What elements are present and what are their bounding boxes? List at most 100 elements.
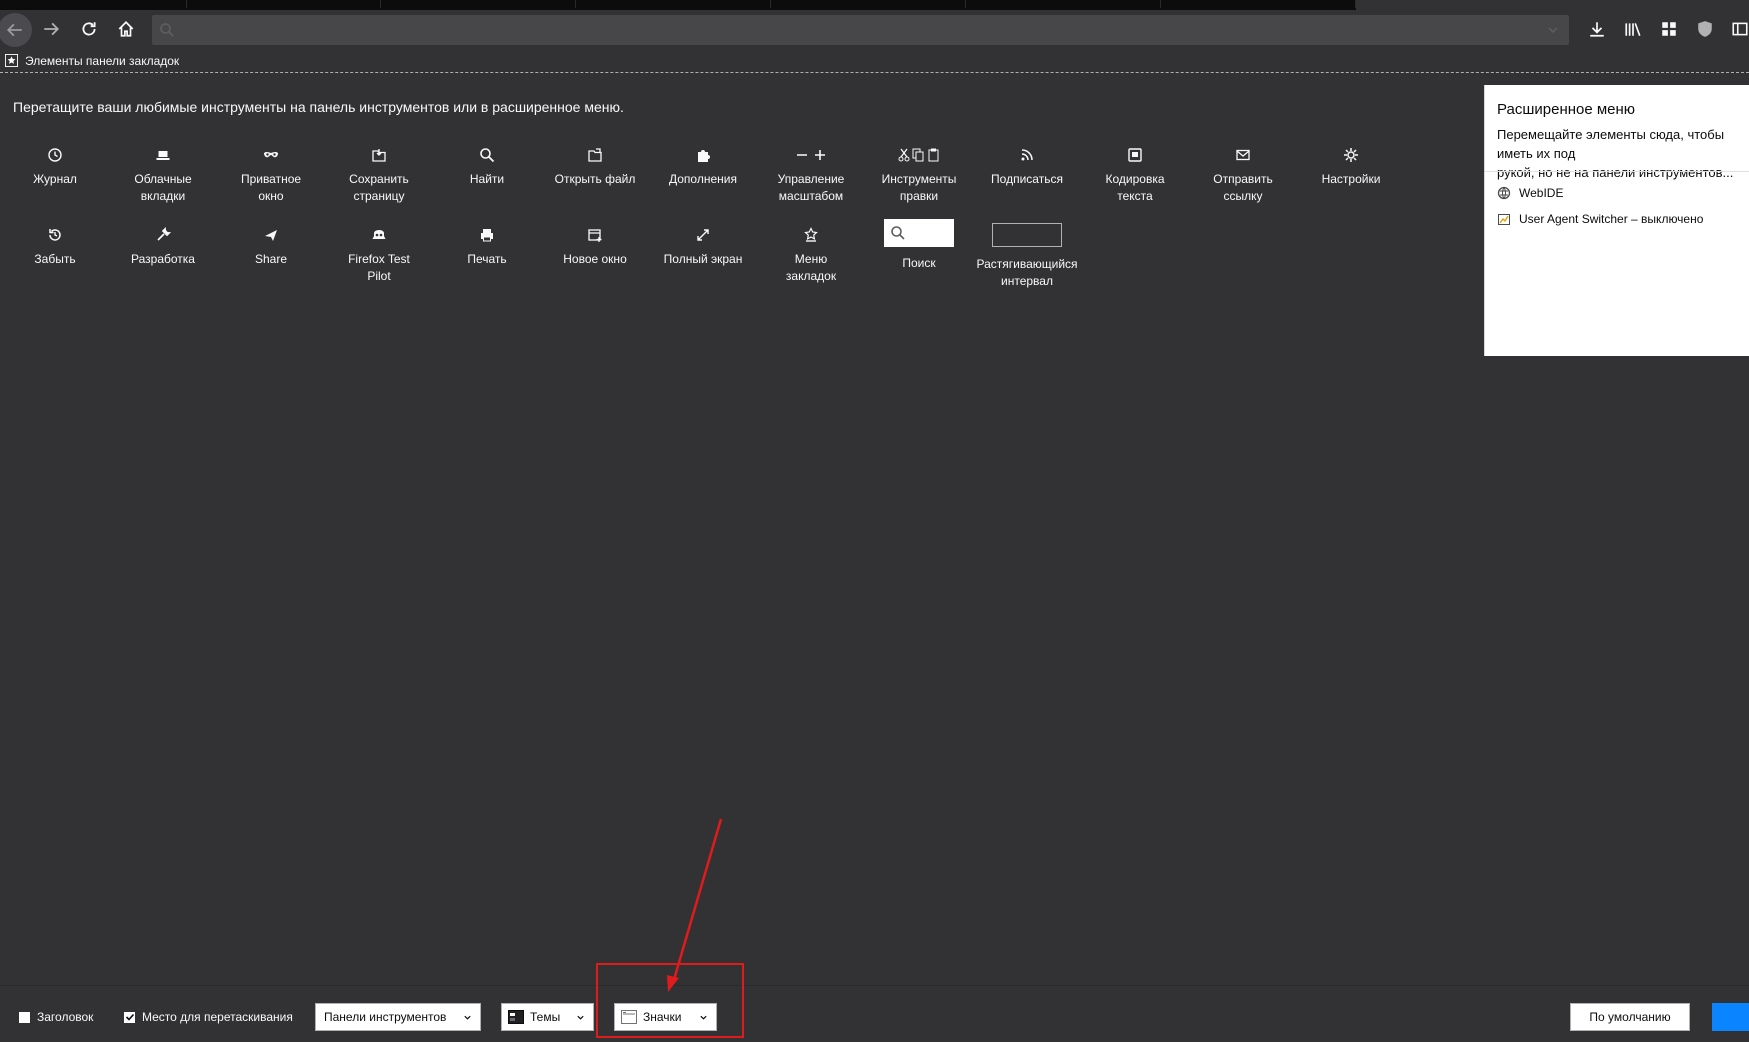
tab-active[interactable] — [1356, 0, 1749, 10]
palette-item-feed[interactable]: Подписаться — [975, 145, 1079, 188]
palette-item-history[interactable]: Журнал — [3, 145, 107, 188]
palette-item-synced-tabs[interactable]: Облачные вкладки — [111, 145, 215, 205]
overflow-item-label: WebIDE — [1519, 186, 1564, 200]
shield-icon — [1698, 21, 1712, 37]
palette-item-private-window[interactable]: Приватное окно — [219, 145, 323, 205]
forward-button[interactable] — [36, 14, 66, 44]
palette-item-label: Управление масштабом — [777, 172, 845, 203]
palette-item-label: Печать — [467, 252, 507, 266]
palette-item-label: Подписаться — [991, 172, 1063, 186]
tab[interactable] — [771, 0, 966, 8]
history-icon — [48, 148, 62, 162]
palette-item-developer[interactable]: Разработка — [111, 225, 215, 268]
find-icon — [480, 148, 495, 163]
palette-item-label: Кодировка текста — [1105, 172, 1165, 203]
tab[interactable] — [187, 0, 381, 8]
palette-item-label: Инструменты правки — [881, 172, 957, 203]
tab[interactable] — [1161, 0, 1356, 8]
test-pilot-icon — [372, 230, 386, 239]
checkbox-box[interactable] — [19, 1011, 30, 1023]
back-arrow-icon — [6, 23, 22, 37]
palette-item-new-window[interactable]: Новое окно — [543, 225, 647, 268]
palette-item-forget[interactable]: Забыть — [3, 225, 107, 268]
nav-bar — [0, 10, 1749, 48]
tab[interactable] — [576, 0, 771, 8]
palette-item-test-pilot[interactable]: Firefox Test Pilot — [327, 225, 431, 285]
theme-icon — [508, 1010, 524, 1024]
overflow-item-user-agent-switcher[interactable]: User Agent Switcher – выключено — [1497, 212, 1703, 226]
library-button[interactable] — [1618, 14, 1648, 44]
addons-toolbar-button[interactable] — [1654, 14, 1684, 44]
tab[interactable] — [966, 0, 1161, 8]
palette-item-save-page[interactable]: Сохранить страницу — [327, 145, 431, 205]
back-button[interactable] — [0, 13, 32, 47]
done-button[interactable] — [1712, 1003, 1749, 1031]
save-page-icon — [372, 149, 386, 162]
private-window-icon — [264, 152, 278, 158]
grid-icon — [1662, 22, 1676, 36]
themes-dropdown[interactable]: Темы — [501, 1003, 594, 1031]
sidebar-icon — [1732, 22, 1748, 36]
palette-item-share[interactable]: Share — [219, 225, 323, 268]
palette-item-fullscreen[interactable]: Полный экран — [651, 225, 755, 268]
email-link-icon — [1236, 149, 1250, 161]
new-window-icon — [588, 229, 602, 242]
palette-item-open-file[interactable]: Открыть файл — [543, 145, 647, 188]
tab[interactable] — [0, 0, 187, 8]
palette-item-text-encoding[interactable]: Кодировка текста — [1083, 145, 1187, 205]
user-agent-switcher-icon — [1498, 214, 1510, 225]
palette-item-zoom-controls[interactable]: Управление масштабом — [759, 145, 863, 205]
palette-item-bookmarks-menu[interactable]: Меню закладок — [759, 225, 863, 285]
checkbox-box[interactable] — [124, 1011, 135, 1023]
palette-item-print[interactable]: Печать — [435, 225, 539, 268]
palette-item-label: Новое окно — [563, 252, 627, 266]
open-file-icon — [588, 148, 602, 162]
palette-item-edit-controls[interactable]: Инструменты правки — [867, 145, 971, 205]
palette-item-preferences[interactable]: Настройки — [1299, 145, 1403, 188]
feed-icon — [1021, 149, 1033, 161]
customize-instructions: Перетащите ваши любимые инструменты на п… — [13, 99, 624, 115]
downloads-button[interactable] — [1582, 14, 1612, 44]
home-button[interactable] — [111, 14, 141, 44]
title-bar-checkbox[interactable]: Заголовок — [19, 1010, 93, 1024]
palette-item-search[interactable]: Поиск — [867, 219, 971, 272]
palette-item-label: Журнал — [33, 172, 77, 186]
tab-strip — [0, 0, 1749, 10]
overflow-item-label: User Agent Switcher – выключено — [1519, 212, 1704, 226]
home-icon — [118, 21, 134, 37]
palette-item-label: Открыть файл — [554, 172, 636, 186]
drag-space-checkbox[interactable]: Место для перетаскивания — [124, 1010, 293, 1024]
chevron-down-icon — [577, 1015, 584, 1020]
search-widget[interactable] — [884, 219, 954, 247]
sidebar-button[interactable] — [1725, 14, 1749, 44]
palette-item-label: Share — [254, 252, 288, 266]
palette-item-find[interactable]: Найти — [435, 145, 539, 188]
palette-item-email-link[interactable]: Отправить ссылку — [1191, 145, 1295, 205]
palette-item-label: Полный экран — [663, 252, 743, 266]
preferences-icon — [1344, 148, 1358, 162]
palette-item-label: Настройки — [1321, 172, 1381, 186]
palette-item-addons[interactable]: Дополнения — [651, 145, 755, 188]
tab[interactable] — [381, 0, 576, 8]
reload-button[interactable] — [74, 14, 104, 44]
customize-footer: Заголовок Место для перетаскивания Панел… — [0, 985, 1749, 1042]
palette-item-label: Облачные вкладки — [134, 172, 192, 203]
divider — [1485, 171, 1749, 172]
reload-icon — [82, 22, 96, 36]
toolbars-dropdown-label: Панели инструментов — [324, 1010, 447, 1024]
restore-defaults-button[interactable]: По умолчанию — [1570, 1003, 1690, 1031]
themes-dropdown-label: Темы — [530, 1010, 561, 1024]
checkmark-icon — [125, 1013, 134, 1021]
overflow-panel-description: Перемещайте элементы сюда, чтобы иметь и… — [1497, 127, 1734, 180]
text-encoding-icon — [1128, 148, 1142, 162]
toolbars-dropdown[interactable]: Панели инструментов — [315, 1003, 481, 1031]
ublock-button[interactable] — [1690, 14, 1720, 44]
chevron-down-icon[interactable] — [1547, 24, 1559, 36]
annotation-highlight-box — [596, 963, 744, 1038]
overflow-item-webide[interactable]: WebIDE — [1497, 186, 1563, 200]
palette-item-flexible-space[interactable]: Растягивающийся интервал — [975, 219, 1079, 290]
flexible-space-widget[interactable] — [992, 223, 1062, 247]
search-icon — [891, 226, 905, 240]
url-bar[interactable] — [152, 15, 1569, 45]
bookmarks-toolbar-items-label[interactable]: Элементы панели закладок — [25, 54, 179, 68]
